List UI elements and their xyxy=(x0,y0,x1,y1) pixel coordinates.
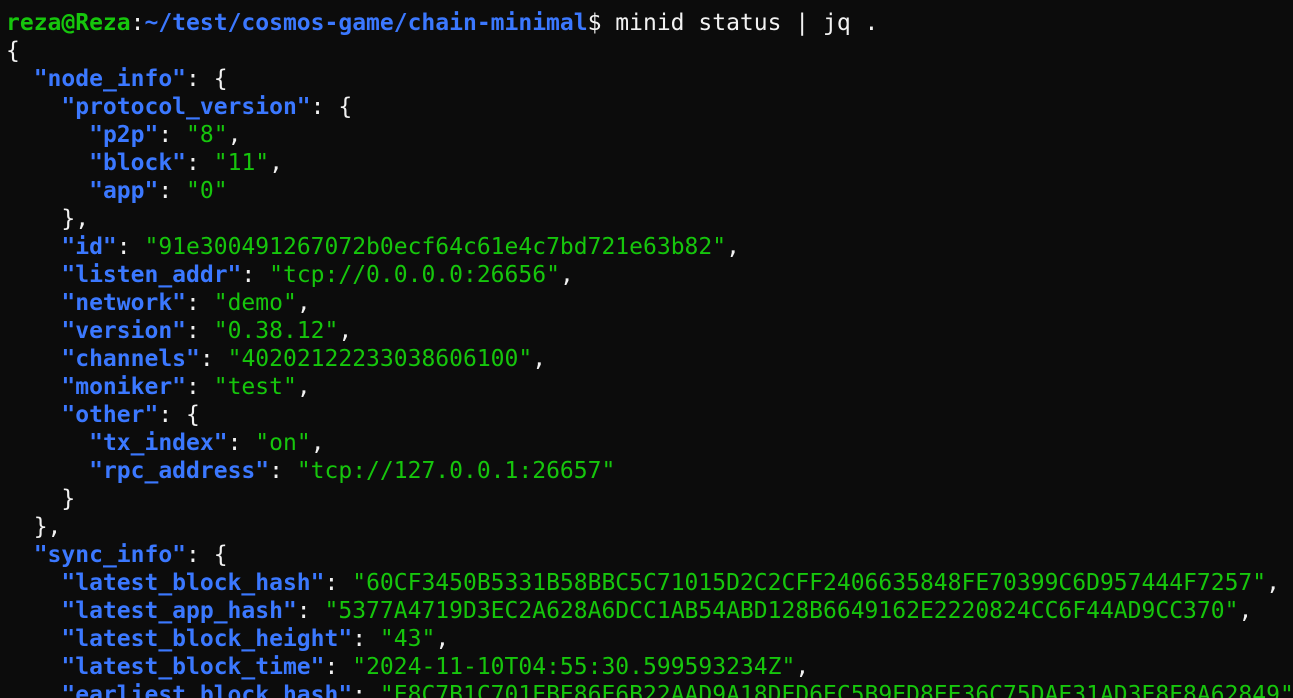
value-earliest-block-hash: E8C7B1C701EBE86E6B22AAD9A18DED6EC5B9ED8E… xyxy=(393,682,1280,698)
json-field-channels: "channels": "40202122233038606100", xyxy=(61,346,547,372)
value-latest-block-hash: 60CF3450B5331B58BBC5C71015D2C2CFF2406635… xyxy=(366,570,1253,596)
json-field-latest-block-height: "latest_block_height": "43", xyxy=(61,626,450,652)
prompt-path: ~/test/cosmos-game/chain-minimal xyxy=(144,10,588,36)
value-rpc-address: tcp://127.0.0.1:26657 xyxy=(310,458,602,484)
prompt-separator: : xyxy=(130,10,145,36)
json-field-latest-block-hash: "latest_block_hash": "60CF3450B5331B58BB… xyxy=(61,570,1280,596)
json-field-block: "block": "11", xyxy=(89,150,284,176)
json-key-protocol-version: "protocol_version": { xyxy=(61,94,353,120)
json-key-node-info: "node_info": { xyxy=(33,66,228,92)
json-field-p2p: "p2p": "8", xyxy=(89,122,242,148)
value-tx-index: on xyxy=(269,430,297,456)
json-field-app: "app": "0" xyxy=(89,178,228,204)
prompt-line: reza@Reza:~/test/cosmos-game/chain-minim… xyxy=(6,9,878,37)
value-latest-block-height: 43 xyxy=(393,626,422,652)
json-field-rpc-address: "rpc_address": "tcp://127.0.0.1:26657" xyxy=(89,458,616,484)
json-close-protocol-version: }, xyxy=(6,206,90,232)
json-field-version: "version": "0.38.12", xyxy=(61,318,353,344)
json-field-id: "id": "91e300491267072b0ecf64c61e4c7bd72… xyxy=(61,234,740,260)
json-close-node-info: }, xyxy=(6,514,62,540)
value-latest-block-time: 2024-11-10T04:55:30.599593234Z xyxy=(366,654,782,680)
json-field-tx-index: "tx_index": "on", xyxy=(89,430,325,456)
value-latest-app-hash: 5377A4719D3EC2A628A6DCC1AB54ABD128B66491… xyxy=(338,598,1225,624)
json-field-network: "network": "demo", xyxy=(61,290,311,316)
json-field-latest-app-hash: "latest_app_hash": "5377A4719D3EC2A628A6… xyxy=(61,598,1253,624)
json-open-brace: { xyxy=(6,38,20,64)
command-text: minid status | jq . xyxy=(615,10,879,36)
prompt-dollar: $ xyxy=(587,10,616,36)
value-block: 11 xyxy=(227,150,256,176)
json-field-earliest-block-hash: "earliest_block_hash": "E8C7B1C701EBE86E… xyxy=(6,681,1293,698)
json-key-other: "other": { xyxy=(61,402,200,428)
json-close-other: } xyxy=(6,486,76,512)
terminal-window[interactable]: reza@Reza:~/test/cosmos-game/chain-minim… xyxy=(0,0,1293,698)
value-p2p: 8 xyxy=(199,122,214,148)
value-channels: 40202122233038606100 xyxy=(241,346,519,372)
json-field-latest-block-time: "latest_block_time": "2024-11-10T04:55:3… xyxy=(61,654,810,680)
value-id: 91e300491267072b0ecf64c61e4c7bd721e63b82 xyxy=(158,234,713,260)
json-field-listen-addr: "listen_addr": "tcp://0.0.0.0:26656", xyxy=(61,262,574,288)
value-app: 0 xyxy=(199,178,214,204)
json-key-sync-info: "sync_info": { xyxy=(33,542,228,568)
prompt-user-host: reza@Reza xyxy=(6,10,131,36)
value-listen-addr: tcp://0.0.0.0:26656 xyxy=(282,262,547,288)
value-network: demo xyxy=(227,290,283,316)
value-version: 0.38.12 xyxy=(227,318,325,344)
value-moniker: test xyxy=(227,374,283,400)
json-field-moniker: "moniker": "test", xyxy=(61,374,311,400)
